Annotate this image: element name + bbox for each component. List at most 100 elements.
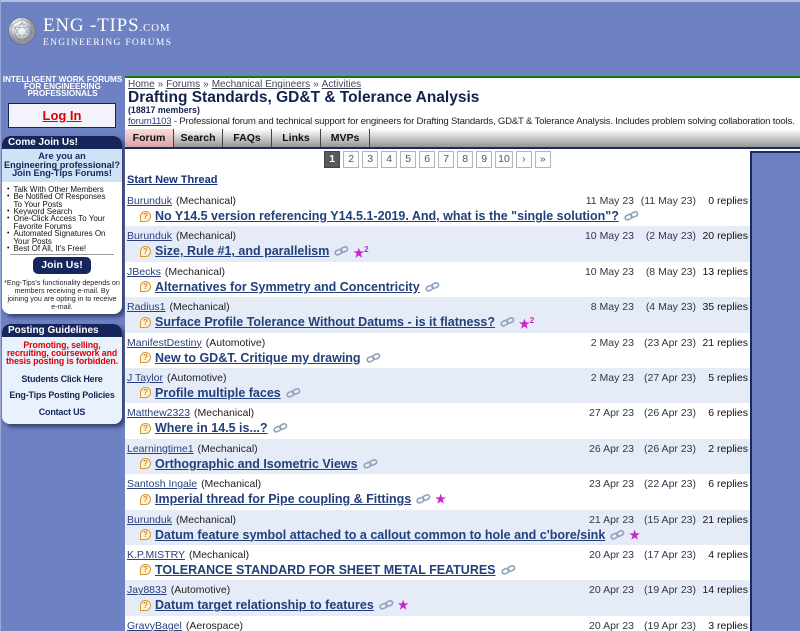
thread-title-link[interactable]: New to GD&T. Critique my drawing <box>155 350 361 366</box>
thread-title-link[interactable]: Size, Rule #1, and parallelism <box>155 243 329 259</box>
thread-last-date: (19 Apr 23) <box>644 584 696 597</box>
link-icon <box>425 281 440 292</box>
guidelines-header: Posting Guidelines <box>2 324 122 337</box>
thread-row: Jay8833 (Automotive) 20 Apr 23 (19 Apr 23) 1… <box>125 580 750 616</box>
join-us-button[interactable]: Join Us! <box>33 257 91 275</box>
start-new-thread-link[interactable]: Start New Thread <box>127 174 217 186</box>
tab-faqs[interactable]: FAQs <box>223 129 272 147</box>
window-top-edge <box>0 0 800 2</box>
thread-category: (Aerospace) <box>185 619 244 631</box>
thread-title-link[interactable]: Where in 14.5 is...? <box>155 420 268 436</box>
thread-author[interactable]: Learningtime1 <box>127 443 194 455</box>
link-icon <box>272 423 287 434</box>
page-9[interactable]: 9 <box>476 151 493 168</box>
thread-category: (Mechanical) <box>175 513 237 526</box>
guidelines-warning: Promoting, selling, recruiting, coursewo… <box>5 340 119 366</box>
thread-row: Learningtime1 (Mechanical) 26 Apr 23 (26 Ap… <box>125 438 750 475</box>
member-count: (18817 members) <box>128 105 200 115</box>
thread-replies: 3 replies <box>708 619 748 631</box>
page-6[interactable]: 6 <box>419 151 436 168</box>
link-icon <box>500 564 515 575</box>
thread-title-link[interactable]: Datum target relationship to features <box>155 597 374 613</box>
tab-forum[interactable]: Forum <box>125 129 174 147</box>
page-last[interactable]: » <box>534 151 551 168</box>
question-bubble-icon: ? <box>140 493 151 505</box>
page-10[interactable]: 10 <box>495 151 513 168</box>
guidelines-link[interactable]: Contact US <box>3 407 121 417</box>
link-icon <box>610 529 625 540</box>
thread-author[interactable]: K.P.MISTRY <box>127 549 185 561</box>
thread-author[interactable]: Jay8833 <box>127 584 167 596</box>
sidebar-tagline: INTELLIGENT WORK FORUMS FOR ENGINEERING … <box>2 75 123 98</box>
thread-author[interactable]: Burunduk <box>127 230 172 242</box>
join-bullet-item: Be Notified Of Responses To Your Posts <box>4 193 114 208</box>
thread-row: K.P.MISTRY (Mechanical) 20 Apr 23 (17 Apr 2… <box>125 545 750 580</box>
thread-title-link[interactable]: Imperial thread for Pipe coupling & Fitt… <box>155 491 411 507</box>
join-note: *Eng-Tips's functionality depends on mem… <box>4 278 120 311</box>
thread-title-link[interactable]: TOLERANCE STANDARD FOR SHEET METAL FEATU… <box>155 562 496 578</box>
question-bubble-icon: ? <box>140 458 151 470</box>
link-icon <box>286 387 301 398</box>
page-title: Drafting Standards, GD&T & Tolerance Ana… <box>128 89 480 106</box>
thread-title-link[interactable]: Profile multiple faces <box>155 385 281 401</box>
thread-title-link[interactable]: Alternatives for Symmetry and Concentric… <box>155 279 420 295</box>
thread-category: (Automotive) <box>205 336 266 349</box>
thread-replies: 4 replies <box>708 548 748 561</box>
join-box-header: Come Join Us! <box>2 136 122 149</box>
thread-author[interactable]: Radius1 <box>127 301 166 313</box>
thread-row: GravyBagel (Aerospace) 20 Apr 23 (19 Apr 23… <box>125 616 750 631</box>
thread-date: 23 Apr 23 <box>589 478 634 491</box>
page-4[interactable]: 4 <box>381 151 398 168</box>
guidelines-body: Promoting, selling, recruiting, coursewo… <box>2 337 122 424</box>
thread-date: 20 Apr 23 <box>589 619 634 631</box>
thread-row: JBecks (Mechanical) 10 May 23 (8 May 23) 13 … <box>125 262 750 297</box>
main-content: Home» Forums» Mechanical Engineers» Activit… <box>125 76 800 631</box>
star-icon: ★ <box>397 598 409 613</box>
pagination: 1 2 3 4 5 6 7 8 9 10 ›» <box>324 151 551 168</box>
login-button[interactable]: Log In <box>8 103 116 128</box>
logo[interactable]: ENG -TIPS.COM ENGINEERING FORUMS <box>7 16 172 48</box>
thread-category: (Mechanical) <box>188 548 250 561</box>
thread-author[interactable]: Santosh Ingale <box>127 478 197 490</box>
thread-date: 8 May 23 <box>590 301 634 314</box>
thread-author[interactable]: JBecks <box>127 266 161 278</box>
page-next[interactable]: › <box>515 151 532 168</box>
page-8[interactable]: 8 <box>457 151 474 168</box>
tab-links[interactable]: Links <box>272 129 321 147</box>
guidelines-link[interactable]: Students Click Here <box>3 374 121 384</box>
thread-author[interactable]: J Taylor <box>127 372 163 384</box>
join-bullet-list: Talk With Other MembersBe Notified Of Re… <box>2 182 122 253</box>
page-1[interactable]: 1 <box>324 151 341 168</box>
thread-author[interactable]: ManifestDestiny <box>127 337 202 349</box>
star-icon: ★ <box>629 527 641 542</box>
thread-author[interactable]: Burunduk <box>127 514 172 526</box>
page-2[interactable]: 2 <box>343 151 360 168</box>
question-bubble-icon: ? <box>140 422 151 434</box>
thread-author[interactable]: GravyBagel <box>127 620 182 631</box>
guidelines-link[interactable]: Eng-Tips Posting Policies <box>3 390 121 400</box>
thread-category: (Mechanical) <box>194 407 255 420</box>
thread-author[interactable]: Matthew2323 <box>127 407 190 419</box>
tab-search[interactable]: Search <box>174 129 223 147</box>
join-bullet-item: One-Click Access To Your Favorite Forums <box>4 215 114 230</box>
right-panel <box>750 151 800 631</box>
thread-replies: 13 replies <box>702 265 748 278</box>
thread-replies: 6 replies <box>708 478 748 491</box>
thread-last-date: (2 May 23) <box>645 230 696 243</box>
thread-replies: 14 replies <box>702 584 748 597</box>
thread-title-link[interactable]: No Y14.5 version referencing Y14.5.1-201… <box>155 208 619 224</box>
page-5[interactable]: 5 <box>400 151 417 168</box>
posting-guidelines-box: Posting Guidelines Promoting, selling, r… <box>2 324 122 424</box>
forum-link[interactable]: forum1103 <box>128 116 172 127</box>
thread-category: (Automotive) <box>170 584 231 597</box>
thread-title-link[interactable]: Orthographic and Isometric Views <box>155 456 358 472</box>
thread-title-link[interactable]: Datum feature symbol attached to a callo… <box>155 527 605 543</box>
thread-date: 20 Apr 23 <box>589 584 634 597</box>
page-3[interactable]: 3 <box>362 151 379 168</box>
thread-last-date: (19 Apr 23) <box>644 619 696 631</box>
thread-replies: 0 replies <box>708 195 748 207</box>
thread-author[interactable]: Burunduk <box>127 195 172 207</box>
tab-mvps[interactable]: MVPs <box>321 129 370 147</box>
thread-title-link[interactable]: Surface Profile Tolerance Without Datums… <box>155 314 495 330</box>
page-7[interactable]: 7 <box>438 151 455 168</box>
